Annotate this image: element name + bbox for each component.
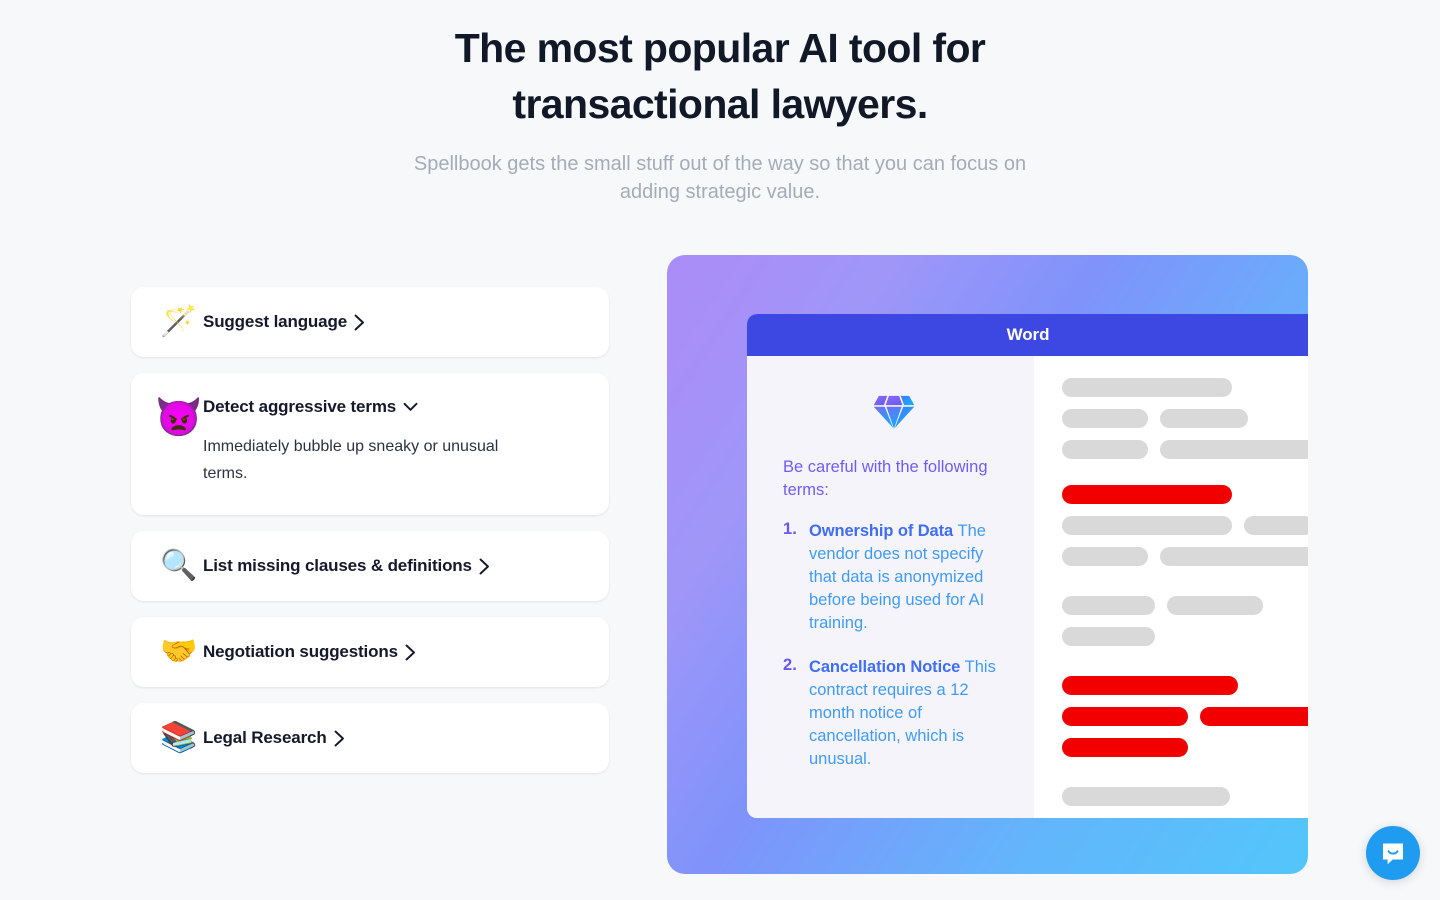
chat-bubble-icon xyxy=(1383,843,1403,865)
feature-card-header: 🪄 Suggest language xyxy=(155,307,585,337)
angry-devil-icon: 👿 xyxy=(155,397,203,439)
feature-card-detect-aggressive-terms[interactable]: 👿 Detect aggressive terms Immediately bu… xyxy=(131,373,609,515)
flagged-text-bar xyxy=(1200,707,1308,726)
text-placeholder-bar xyxy=(1062,440,1148,459)
flagged-term-title: Ownership of Data xyxy=(809,522,954,540)
feature-title-line: Detect aggressive terms xyxy=(203,397,585,417)
feature-title-line: Legal Research xyxy=(203,728,585,748)
feature-card-body: Suggest language xyxy=(203,312,585,332)
magnifying-glass-icon: 🔍 xyxy=(160,549,198,582)
document-skeleton-rows xyxy=(1062,378,1308,806)
text-placeholder-bar xyxy=(1160,547,1308,566)
page-title-line-1: The most popular AI tool for xyxy=(454,25,986,71)
flagged-text-bar xyxy=(1062,738,1188,757)
feature-title: Legal Research xyxy=(203,728,327,747)
skeleton-line xyxy=(1062,378,1308,397)
text-placeholder-bar xyxy=(1062,596,1155,615)
text-placeholder-bar xyxy=(1167,596,1263,615)
skeleton-line xyxy=(1062,596,1308,615)
feature-title: Suggest language xyxy=(203,312,348,331)
text-placeholder-bar xyxy=(1062,378,1232,397)
text-placeholder-bar xyxy=(1160,409,1248,428)
skeleton-line xyxy=(1062,547,1308,566)
feature-card-header: 🤝 Negotiation suggestions xyxy=(155,637,585,667)
text-placeholder-bar xyxy=(1062,787,1230,806)
page-subtitle: Spellbook gets the small stuff out of th… xyxy=(413,153,1027,203)
feature-card-list-missing-clauses[interactable]: 🔍 List missing clauses & definitions xyxy=(131,531,609,601)
feature-title: List missing clauses & definitions xyxy=(203,556,472,575)
flagged-term-item: Ownership of Data The vendor does not sp… xyxy=(783,520,1004,635)
chevron-right-icon[interactable] xyxy=(334,730,345,747)
word-window-title: Word xyxy=(1006,325,1050,344)
skeleton-gap xyxy=(1062,471,1308,485)
text-placeholder-bar xyxy=(1062,409,1148,428)
skeleton-line xyxy=(1062,409,1308,428)
skeleton-line xyxy=(1062,676,1308,695)
sidebar-lead-text: Be careful with the following terms: xyxy=(783,458,988,499)
product-showcase-panel: Word Be careful with the following terms… xyxy=(667,255,1308,874)
text-placeholder-bar xyxy=(1062,547,1148,566)
chevron-down-icon[interactable] xyxy=(403,402,418,412)
text-placeholder-bar xyxy=(1160,440,1308,459)
feature-card-negotiation-suggestions[interactable]: 🤝 Negotiation suggestions xyxy=(131,617,609,687)
flagged-term-item: Cancellation Notice This contract requir… xyxy=(783,656,1004,771)
handshake-icon: 🤝 xyxy=(160,635,198,668)
text-placeholder-bar xyxy=(1062,627,1155,646)
skeleton-line xyxy=(1062,738,1308,757)
word-titlebar: Word xyxy=(747,314,1308,356)
skeleton-line xyxy=(1062,440,1308,459)
feature-card-header: 🔍 List missing clauses & definitions xyxy=(155,551,585,581)
text-placeholder-bar xyxy=(1062,516,1232,535)
feature-card-legal-research[interactable]: 📚 Legal Research xyxy=(131,703,609,773)
word-mock-window: Word Be careful with the following terms… xyxy=(747,314,1308,818)
page-title: The most popular AI tool for transaction… xyxy=(340,20,1100,132)
skeleton-line xyxy=(1062,787,1308,806)
feature-title-line: Suggest language xyxy=(203,312,585,332)
spellbook-sidebar: Be careful with the following terms: Own… xyxy=(747,356,1034,818)
text-placeholder-bar xyxy=(1244,516,1308,535)
feature-card-header: 📚 Legal Research xyxy=(155,723,585,753)
feature-card-body: Detect aggressive terms Immediately bubb… xyxy=(203,397,585,487)
feature-card-body: Negotiation suggestions xyxy=(203,642,585,662)
feature-card-body: Legal Research xyxy=(203,728,585,748)
word-window-body: Be careful with the following terms: Own… xyxy=(747,356,1308,818)
skeleton-gap xyxy=(1062,769,1308,787)
flagged-text-bar xyxy=(1062,485,1232,504)
flagged-text-bar xyxy=(1062,707,1188,726)
skeleton-line xyxy=(1062,516,1308,535)
feature-title-line: Negotiation suggestions xyxy=(203,642,585,662)
document-skeleton xyxy=(1034,356,1308,818)
feature-accordion: 🪄 Suggest language 👿 Detect aggressive t… xyxy=(131,287,609,789)
intercom-chat-launcher[interactable] xyxy=(1366,826,1420,880)
books-icon: 📚 xyxy=(160,721,198,754)
content-area: 🪄 Suggest language 👿 Detect aggressive t… xyxy=(0,255,1440,885)
feature-card-suggest-language[interactable]: 🪄 Suggest language xyxy=(131,287,609,357)
flagged-terms-list: Ownership of Data The vendor does not sp… xyxy=(783,520,1004,771)
spellbook-diamond-logo xyxy=(867,384,921,438)
feature-description: Immediately bubble up sneaky or unusual … xyxy=(203,438,499,482)
feature-title: Detect aggressive terms xyxy=(203,397,397,416)
skeleton-line xyxy=(1062,707,1308,726)
feature-title: Negotiation suggestions xyxy=(203,642,398,661)
feature-card-header: 👿 Detect aggressive terms Immediately bu… xyxy=(155,397,585,487)
skeleton-gap xyxy=(1062,578,1308,596)
page-title-line-2: transactional lawyers. xyxy=(512,81,928,127)
chevron-right-icon[interactable] xyxy=(405,644,416,661)
flagged-text-bar xyxy=(1062,676,1238,695)
chevron-right-icon[interactable] xyxy=(354,314,365,331)
hero-header: The most popular AI tool for transaction… xyxy=(0,0,1440,206)
feature-card-body: List missing clauses & definitions xyxy=(203,556,585,576)
flagged-term-title: Cancellation Notice xyxy=(809,658,961,676)
skeleton-line xyxy=(1062,627,1308,646)
chevron-right-icon[interactable] xyxy=(479,558,490,575)
feature-title-line: List missing clauses & definitions xyxy=(203,556,585,576)
magic-wand-icon: 🪄 xyxy=(160,305,198,338)
skeleton-line xyxy=(1062,485,1308,504)
skeleton-gap xyxy=(1062,658,1308,676)
